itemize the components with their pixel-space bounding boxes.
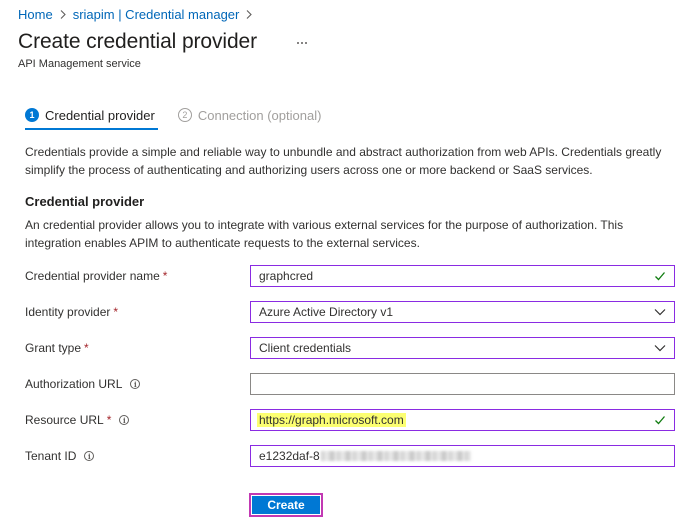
label-text: Identity provider (25, 305, 111, 319)
provider-name-label: Credential provider name * (25, 268, 167, 284)
grant-type-label: Grant type * (25, 340, 89, 356)
required-marker: * (106, 413, 112, 427)
required-marker: * (162, 269, 168, 283)
tab-connection[interactable]: 2 Connection (optional) (177, 104, 322, 126)
tab-label: Connection (optional) (197, 107, 322, 123)
info-icon[interactable]: i (84, 451, 95, 461)
more-icon[interactable] (294, 35, 310, 51)
chevron-down-icon (654, 309, 666, 316)
identity-provider-select[interactable]: Azure Active Directory v1 (250, 301, 675, 323)
required-marker: * (113, 305, 119, 319)
select-value: Azure Active Directory v1 (259, 305, 394, 319)
tab-label: Credential provider (45, 107, 155, 123)
chevron-right-icon (60, 9, 66, 19)
authorization-url-input[interactable] (250, 373, 675, 395)
label-text: Resource URL (25, 413, 104, 427)
wizard-tabs: 1 Credential provider 2 Connection (opti… (25, 104, 322, 130)
input-value: graphcred (259, 269, 314, 283)
resource-url-input[interactable]: https://graph.microsoft.com (250, 409, 675, 431)
page-subtitle: API Management service (18, 58, 141, 70)
create-button-outline: Create (249, 493, 323, 517)
intro-text: Credentials provide a simple and reliabl… (25, 145, 662, 177)
resource-url-label: Resource URL * i (25, 412, 130, 428)
breadcrumb: Home sriapim | Credential manager (18, 6, 259, 22)
label-text: Credential provider name (25, 269, 160, 283)
chevron-right-icon (246, 9, 253, 19)
section-description: An credential provider allows you to int… (25, 218, 624, 250)
info-icon[interactable]: i (130, 379, 141, 389)
provider-name-input[interactable]: graphcred (250, 265, 675, 287)
required-marker: * (84, 341, 89, 355)
step-number-icon: 2 (177, 108, 192, 122)
breadcrumb-credential-manager[interactable]: sriapim | Credential manager (73, 7, 240, 22)
redacted-value (320, 451, 471, 461)
label-text: Grant type (25, 341, 82, 355)
label-text: Tenant ID (25, 449, 77, 463)
authorization-url-label: Authorization URL i (25, 376, 141, 392)
select-value: Client credentials (259, 341, 352, 355)
checkmark-icon (655, 272, 665, 281)
grant-type-select[interactable]: Client credentials (250, 337, 675, 359)
section-title: Credential provider (25, 194, 145, 209)
chevron-down-icon (654, 345, 666, 352)
input-value: https://graph.microsoft.com (257, 413, 406, 427)
page-title: Create credential provider (18, 30, 258, 53)
tenant-id-input[interactable]: e1232daf-8 (250, 445, 675, 467)
breadcrumb-home[interactable]: Home (18, 7, 53, 22)
tenant-id-label: Tenant ID i (25, 448, 95, 464)
label-text: Authorization URL (25, 377, 123, 391)
info-icon[interactable]: i (119, 415, 130, 425)
input-value: e1232daf-8 (259, 449, 320, 463)
tab-credential-provider[interactable]: 1 Credential provider (25, 104, 158, 130)
create-button[interactable]: Create (252, 496, 320, 514)
step-number-icon: 1 (25, 108, 39, 122)
checkmark-icon (655, 416, 665, 425)
identity-provider-label: Identity provider * (25, 304, 118, 320)
